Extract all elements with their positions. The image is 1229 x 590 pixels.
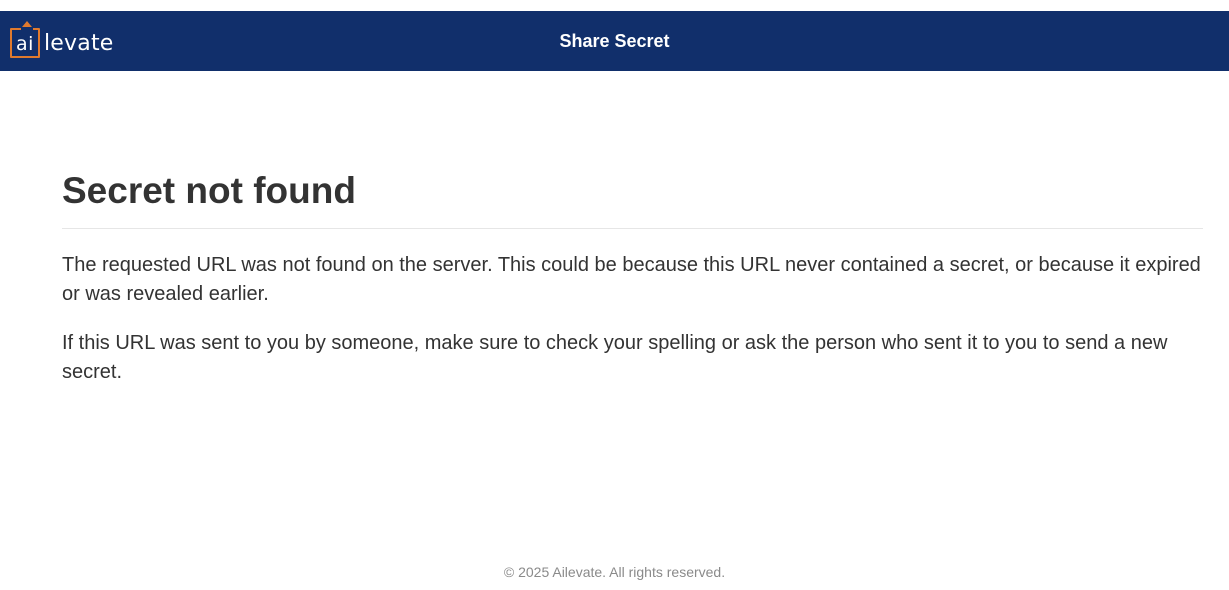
page-heading: Secret not found [62,168,1203,229]
main-content: Secret not found The requested URL was n… [62,168,1203,387]
top-navbar: ai levate Share Secret [0,11,1229,71]
help-message-paragraph: If this URL was sent to you by someone, … [62,332,1168,383]
footer-copyright: © 2025 Ailevate. All rights reserved. [503,564,726,580]
app-title: Share Secret [559,31,670,51]
page: ai levate Share Secret Secret not found … [0,0,1229,590]
error-message-paragraph: The requested URL was not found on the s… [62,254,1201,305]
